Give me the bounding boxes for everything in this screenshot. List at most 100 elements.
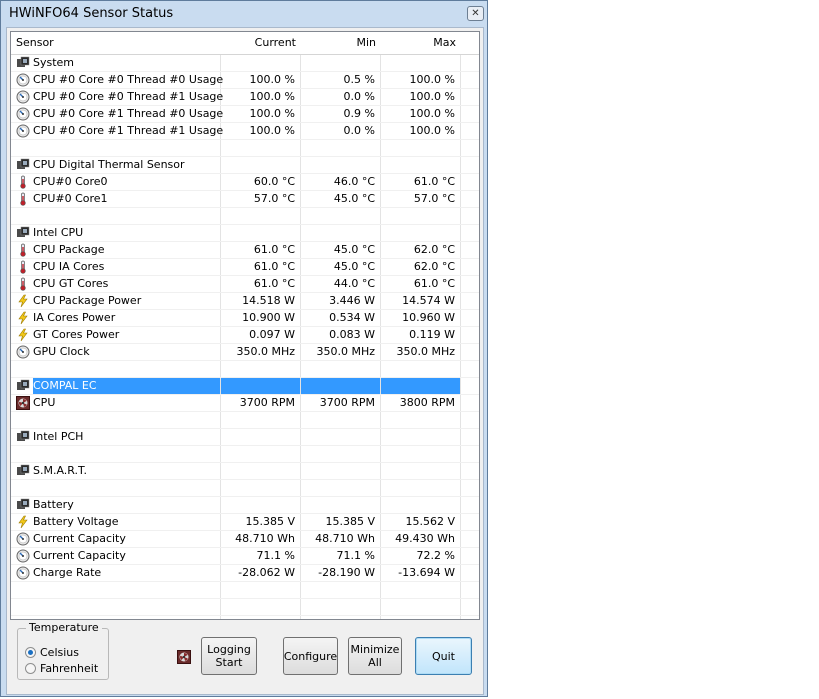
fahrenheit-label: Fahrenheit [40,662,99,675]
quit-button[interactable]: Quit [415,637,472,675]
sensor-row[interactable]: CPU#0 Core0 60.0 °C 46.0 °C 61.0 °C [11,174,479,191]
sensor-row[interactable]: CPU GT Cores 61.0 °C 44.0 °C 61.0 °C [11,276,479,293]
sensor-row[interactable]: GT Cores Power 0.097 W 0.083 W 0.119 W [11,327,479,344]
min-value: 3700 RPM [319,396,375,409]
min-value: 44.0 °C [333,277,375,290]
sensor-row[interactable]: GPU Clock 350.0 MHz 350.0 MHz 350.0 MHz [11,344,479,361]
close-button[interactable]: ✕ [467,6,484,21]
sensor-row[interactable]: CPU #0 Core #1 Thread #1 Usage 100.0 % 0.0… [11,123,479,140]
min-value [301,463,380,479]
max-value [381,55,460,71]
min-value: 45.0 °C [333,260,375,273]
current-value: 15.385 V [245,515,295,528]
max-value [381,157,460,173]
blank-row [11,446,479,463]
max-value: 61.0 °C [413,175,455,188]
sensor-row[interactable]: CPU Package 61.0 °C 45.0 °C 62.0 °C [11,242,479,259]
sensor-name: COMPAL EC [33,379,97,392]
lightning-bolt-icon [18,294,28,308]
max-value: 14.574 W [402,294,455,307]
header-min[interactable]: Min [301,32,381,54]
chip-icon [17,158,30,169]
configure-button[interactable]: Configure [283,637,338,675]
blank-row [11,480,479,497]
sensor-name: CPU GT Cores [33,277,109,290]
current-value: 100.0 % [249,124,295,137]
sensor-row[interactable]: IA Cores Power 10.900 W 0.534 W 10.960 W [11,310,479,327]
current-value: 61.0 °C [253,277,295,290]
min-value [301,429,380,445]
min-value: 0.0 % [343,90,375,103]
max-value [381,497,460,513]
sensor-group-row[interactable]: COMPAL EC [11,378,479,395]
sensor-group-row[interactable]: System [11,55,479,72]
logging-start-button[interactable]: Logging Start [201,637,257,675]
configure-label: Configure [283,649,338,663]
max-value: 72.2 % [416,549,455,562]
sensor-name: GT Cores Power [33,328,120,341]
min-value: -28.190 W [318,566,375,579]
fahrenheit-radio[interactable]: Fahrenheit [25,662,105,676]
sensor-row[interactable]: Battery Voltage 15.385 V 15.385 V 15.562 V [11,514,479,531]
celsius-radio[interactable]: Celsius [25,646,105,660]
max-value [381,225,460,241]
lightning-bolt-icon [18,328,28,342]
sensor-row[interactable]: CPU #0 Core #0 Thread #0 Usage 100.0 % 0.5… [11,72,479,89]
sensor-row[interactable]: Charge Rate -28.062 W -28.190 W -13.694 W [11,565,479,582]
fan-control-button[interactable] [177,650,191,664]
max-value: 10.960 W [402,311,455,324]
current-value: 100.0 % [249,73,295,86]
sensor-row[interactable]: Current Capacity 71.1 % 71.1 % 72.2 % [11,548,479,565]
current-value [221,429,300,445]
client-area: Sensor Current Min Max System CPU #0 Core… [6,27,484,695]
sensor-group-row[interactable]: Intel PCH [11,429,479,446]
header-max[interactable]: Max [381,32,461,54]
min-value: 0.9 % [343,107,375,120]
sensor-group-row[interactable]: Battery [11,497,479,514]
sensor-row[interactable]: Current Capacity 48.710 Wh 48.710 Wh 49.430… [11,531,479,548]
chip-icon [17,226,30,237]
current-value: 71.1 % [256,549,295,562]
max-value: 100.0 % [409,124,455,137]
sensor-list[interactable]: Sensor Current Min Max System CPU #0 Core… [10,31,480,620]
temperature-label: Temperature [26,621,102,634]
max-value: 49.430 Wh [395,532,455,545]
radio-dot [25,647,36,658]
min-value [301,497,380,513]
blank-row [11,208,479,225]
header-current[interactable]: Current [221,32,301,54]
gauge-icon [16,566,30,580]
current-value [221,55,300,71]
logging-label-line1: Logging [207,643,251,656]
min-value: 0.0 % [343,124,375,137]
sensor-name: Current Capacity [33,549,126,562]
sensor-group-row[interactable]: Intel CPU [11,225,479,242]
current-value [221,225,300,241]
minimize-all-button[interactable]: Minimize All [348,637,402,675]
max-value [381,378,460,394]
min-value: 46.0 °C [333,175,375,188]
current-value: 57.0 °C [253,192,295,205]
current-value: 350.0 MHz [236,345,295,358]
min-value: 0.5 % [343,73,375,86]
gauge-icon [16,73,30,87]
sensor-group-row[interactable]: S.M.A.R.T. [11,463,479,480]
celsius-label: Celsius [40,646,79,659]
sensor-name: Battery [33,498,74,511]
sensor-row[interactable]: CPU #0 Core #0 Thread #1 Usage 100.0 % 0.0… [11,89,479,106]
window-title: HWiNFO64 Sensor Status [9,6,174,21]
quit-label: Quit [432,649,455,663]
sensor-row[interactable]: CPU IA Cores 61.0 °C 45.0 °C 62.0 °C [11,259,479,276]
header-sensor[interactable]: Sensor [11,32,221,54]
sensor-row[interactable]: CPU 3700 RPM 3700 RPM 3800 RPM [11,395,479,412]
title-bar[interactable]: HWiNFO64 Sensor Status ✕ [1,1,487,27]
lightning-bolt-icon [18,311,28,325]
sensor-group-row[interactable]: CPU Digital Thermal Sensor [11,157,479,174]
gauge-icon [16,90,30,104]
current-value: 48.710 Wh [235,532,295,545]
max-value: 62.0 °C [413,260,455,273]
sensor-row[interactable]: CPU #0 Core #1 Thread #0 Usage 100.0 % 0.9… [11,106,479,123]
sensor-row[interactable]: CPU#0 Core1 57.0 °C 45.0 °C 57.0 °C [11,191,479,208]
sensor-name: CPU Package Power [33,294,142,307]
sensor-row[interactable]: CPU Package Power 14.518 W 3.446 W 14.574 W [11,293,479,310]
